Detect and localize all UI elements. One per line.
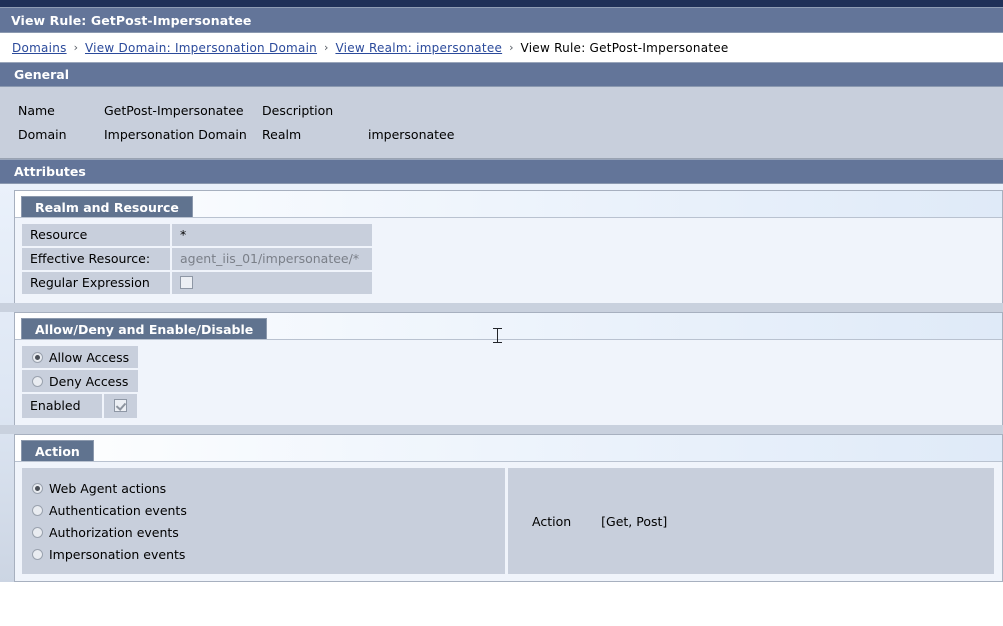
label-enabled: Enabled	[22, 394, 102, 418]
radio-web-agent-actions[interactable]	[32, 482, 43, 494]
breadcrumb-item-domains[interactable]: Domains	[12, 41, 67, 55]
value-domain: Impersonation Domain	[104, 126, 247, 142]
panel-allow-deny: Allow/Deny and Enable/Disable Allow Acce…	[14, 312, 1003, 425]
label-domain: Domain	[18, 126, 67, 142]
checkbox-cell-regular-expression	[172, 272, 372, 294]
top-accent-strip	[0, 0, 1003, 8]
radio-row-web-agent-actions[interactable]: Web Agent actions	[22, 477, 505, 499]
panel-gap-2	[0, 425, 1003, 434]
action-value-panel: Action [Get, Post]	[508, 468, 994, 574]
radio-deny-access[interactable]	[32, 375, 43, 387]
panel-realm-and-resource-body: Resource * Effective Resource: agent_iis…	[15, 218, 1002, 303]
label-allow-access: Allow Access	[49, 349, 130, 365]
label-realm: Realm	[262, 126, 302, 142]
page-title-bar: View Rule: GetPost-Impersonatee	[0, 8, 1003, 33]
label-resource: Resource	[22, 224, 170, 246]
radio-allow-access[interactable]	[32, 351, 43, 363]
attributes-section-body: Realm and Resource Resource * Effective …	[0, 184, 1003, 582]
attributes-section-title: Attributes	[14, 164, 86, 179]
panel-action-tabbar: Action	[15, 435, 1002, 462]
tab-action[interactable]: Action	[21, 440, 94, 461]
breadcrumb: Domains › View Domain: Impersonation Dom…	[0, 33, 1003, 62]
label-impersonation-events: Impersonation events	[49, 546, 186, 562]
breadcrumb-item-view-realm[interactable]: View Realm: impersonatee	[335, 41, 502, 55]
panel-allow-deny-body: Allow Access Deny Access Enabled	[15, 340, 1002, 425]
breadcrumb-separator: ›	[324, 41, 329, 54]
value-action: [Get, Post]	[601, 513, 668, 529]
checkbox-enabled[interactable]	[114, 398, 127, 412]
breadcrumb-item-current: View Rule: GetPost-Impersonatee	[520, 40, 729, 55]
panel-realm-and-resource-tabbar: Realm and Resource	[15, 191, 1002, 218]
checkbox-cell-enabled	[104, 394, 137, 418]
panel-allow-deny-tabbar: Allow/Deny and Enable/Disable	[15, 313, 1002, 340]
label-name: Name	[18, 102, 55, 118]
attributes-section-header: Attributes	[0, 159, 1003, 184]
panel-action: Action Web Agent actions Authentication …	[14, 434, 1003, 582]
label-effective-resource: Effective Resource:	[22, 248, 170, 270]
label-action: Action	[532, 513, 572, 529]
value-effective-resource: agent_iis_01/impersonatee/*	[172, 248, 372, 270]
field-row-resource: Resource *	[22, 224, 1002, 246]
tab-realm-and-resource[interactable]: Realm and Resource	[21, 196, 193, 217]
label-deny-access: Deny Access	[49, 373, 129, 389]
general-row-domain: Domain Impersonation Domain Realm impers…	[0, 122, 1003, 146]
tab-allow-deny-enable-disable[interactable]: Allow/Deny and Enable/Disable	[21, 318, 268, 339]
radio-impersonation-events[interactable]	[32, 548, 43, 560]
value-realm: impersonatee	[368, 126, 455, 142]
radio-row-authorization-events[interactable]: Authorization events	[22, 521, 505, 543]
panel-action-body: Web Agent actions Authentication events …	[15, 462, 1002, 581]
general-row-name: Name GetPost-Impersonatee Description	[0, 98, 1003, 122]
breadcrumb-separator: ›	[509, 41, 514, 54]
label-regular-expression: Regular Expression	[22, 272, 170, 294]
field-row-regular-expression: Regular Expression	[22, 272, 1002, 294]
radio-authentication-events[interactable]	[32, 504, 43, 516]
value-name: GetPost-Impersonatee	[104, 102, 244, 118]
field-row-enabled: Enabled	[22, 394, 1002, 418]
label-authentication-events: Authentication events	[49, 502, 187, 518]
breadcrumb-item-view-domain[interactable]: View Domain: Impersonation Domain	[85, 41, 317, 55]
general-section-header: General	[0, 62, 1003, 87]
input-resource[interactable]: *	[172, 224, 372, 246]
action-columns: Web Agent actions Authentication events …	[22, 468, 994, 574]
radio-row-allow-access[interactable]: Allow Access	[22, 346, 138, 368]
radio-authorization-events[interactable]	[32, 526, 43, 538]
page-title: View Rule: GetPost-Impersonatee	[11, 12, 252, 28]
radio-row-impersonation-events[interactable]: Impersonation events	[22, 543, 505, 565]
breadcrumb-separator: ›	[73, 41, 78, 54]
panel-realm-and-resource: Realm and Resource Resource * Effective …	[14, 190, 1003, 303]
label-description: Description	[262, 102, 334, 118]
label-web-agent-actions: Web Agent actions	[49, 480, 167, 496]
radio-row-deny-access[interactable]: Deny Access	[22, 370, 138, 392]
general-section-body: Name GetPost-Impersonatee Description Do…	[0, 87, 1003, 159]
checkbox-regular-expression[interactable]	[180, 276, 193, 289]
general-section-title: General	[14, 67, 69, 82]
label-authorization-events: Authorization events	[49, 524, 179, 540]
panel-gap-1	[0, 303, 1003, 312]
action-event-type-list: Web Agent actions Authentication events …	[22, 468, 505, 574]
field-row-effective-resource: Effective Resource: agent_iis_01/imperso…	[22, 248, 1002, 270]
radio-row-authentication-events[interactable]: Authentication events	[22, 499, 505, 521]
